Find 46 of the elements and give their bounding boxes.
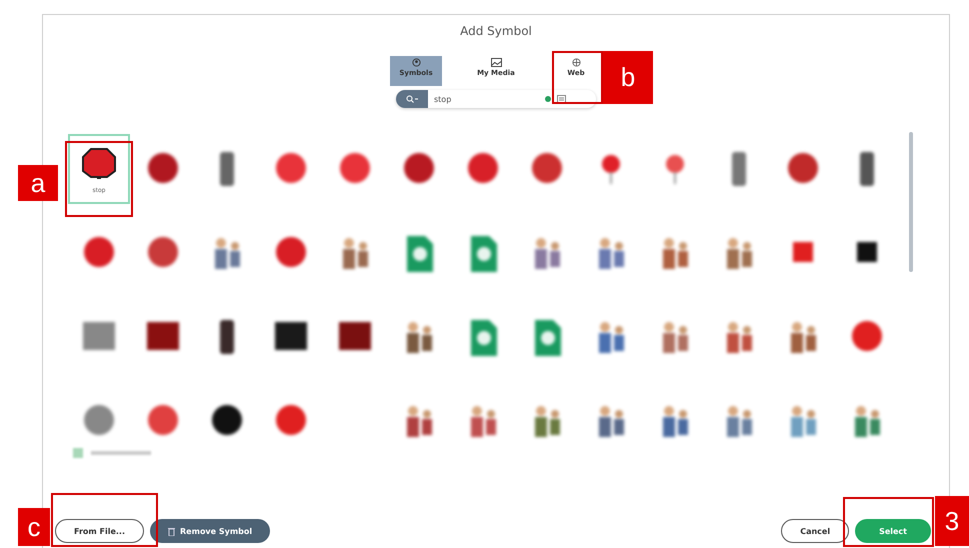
dialog-button[interactable]: Remove Symbol <box>150 519 270 543</box>
people-icon <box>407 406 432 437</box>
dialog-button[interactable]: From File... <box>55 519 144 543</box>
people-icon <box>727 406 752 437</box>
people-icon <box>599 406 624 437</box>
document-icon <box>535 320 561 356</box>
document-icon <box>407 236 433 272</box>
pin-icon <box>666 155 684 184</box>
people-icon <box>727 238 752 269</box>
status-dot-icon <box>545 96 551 102</box>
blurred-text-bar <box>91 451 151 455</box>
people-icon <box>407 322 432 353</box>
callout-label: b <box>603 51 653 104</box>
callout-label: a <box>18 165 58 201</box>
people-icon <box>855 406 880 437</box>
search-dropdown[interactable] <box>396 90 428 108</box>
search-field[interactable]: stop <box>396 90 596 108</box>
person-icon <box>412 58 420 67</box>
people-icon <box>663 406 688 437</box>
people-icon <box>535 406 560 437</box>
people-icon <box>343 238 368 269</box>
dialog-title: Add Symbol <box>460 24 532 38</box>
people-icon <box>471 406 496 437</box>
dialog-button[interactable]: Cancel <box>781 519 850 543</box>
people-icon <box>663 322 688 353</box>
stop-sign-icon <box>82 148 116 178</box>
image-icon <box>490 58 502 67</box>
pin-icon <box>602 155 620 184</box>
people-icon <box>727 322 752 353</box>
people-icon <box>599 238 624 269</box>
people-icon <box>791 406 816 437</box>
highlight-frame <box>552 51 603 104</box>
trash-icon <box>168 526 176 536</box>
scrollbar-thumb[interactable] <box>909 132 913 272</box>
globe-icon <box>572 58 580 67</box>
symbol-icon <box>73 448 83 458</box>
people-icon <box>791 322 816 353</box>
people-icon <box>663 238 688 269</box>
callout-label: c <box>18 508 50 546</box>
people-icon <box>535 238 560 269</box>
callout-label: 3 <box>935 496 969 546</box>
people-icon <box>599 322 624 353</box>
document-icon <box>471 320 497 356</box>
document-icon <box>471 236 497 272</box>
people-icon <box>215 238 240 269</box>
search-icon <box>406 95 418 103</box>
